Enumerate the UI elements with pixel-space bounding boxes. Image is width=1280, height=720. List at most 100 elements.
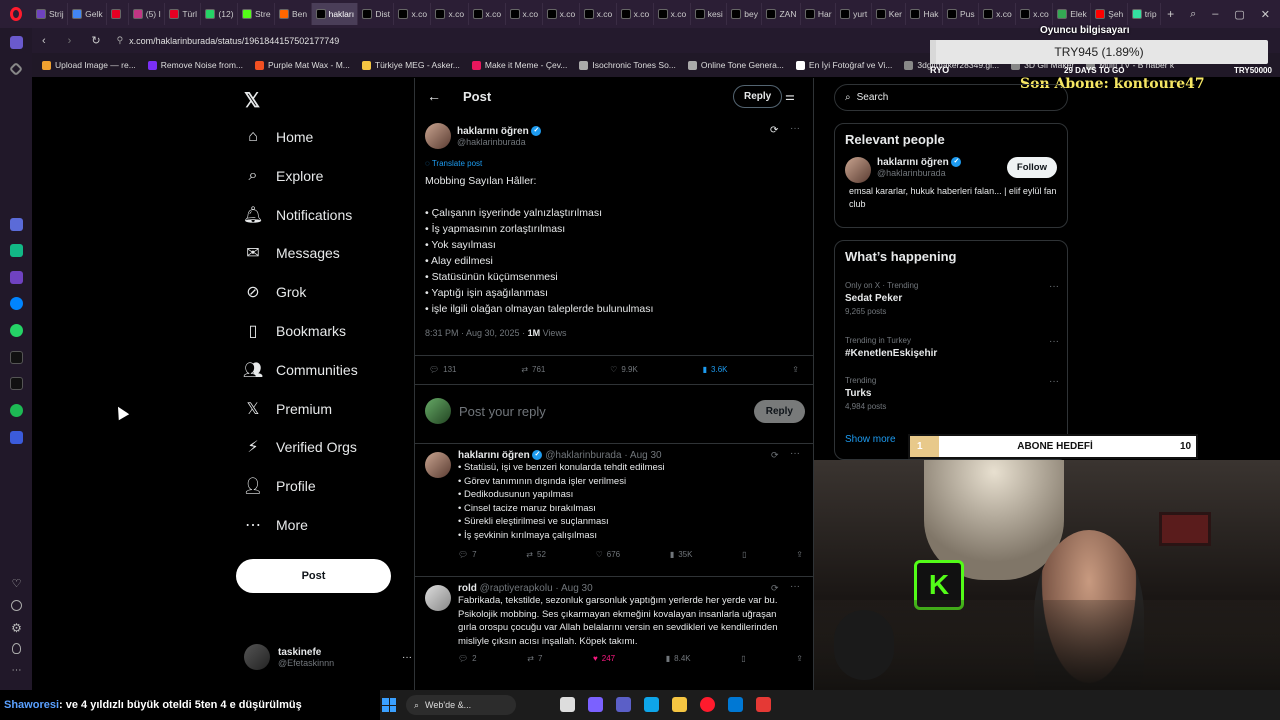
reply-author[interactable]: rold [458,583,477,594]
browser-tab[interactable]: yurt [836,3,872,25]
browser-tab[interactable]: x.co [506,3,543,25]
taskbar-search[interactable]: ⌕ Web'de &... [406,695,516,715]
browser-tab[interactable]: trip [1128,3,1162,25]
share-icon[interactable]: ⇪ [796,654,803,663]
trend-item[interactable]: Only on X · Trending Sedat Peker 9,265 pos… [845,281,1059,316]
nav-item-explore[interactable]: ⌕ Explore [244,167,324,185]
copilot-icon[interactable] [588,697,603,712]
filter-icon[interactable]: ⚌ [785,90,795,103]
browser-tab[interactable]: x.co [580,3,617,25]
browser-tab[interactable]: Pus [943,3,980,25]
browser-tab[interactable]: ZAN [762,3,801,25]
wps-icon[interactable] [756,697,771,712]
grok-icon[interactable]: ⟳ [771,450,779,461]
browser-tab[interactable]: Ben [275,3,312,25]
bookmark-icon[interactable]: ▯ [741,654,745,663]
new-tab-icon[interactable]: + [1161,7,1180,21]
like-action[interactable]: ♥ 247 [593,654,615,663]
avatar[interactable] [845,157,871,183]
minimize-window-icon[interactable]: – [1212,8,1218,21]
follow-button[interactable]: Follow [1006,157,1057,178]
history-icon[interactable] [11,600,22,611]
settings-icon[interactable]: ⚙ [10,622,23,635]
trend-item[interactable]: Trending Turks 4,984 posts ··· [845,376,1059,411]
bookmark-item[interactable]: Make it Meme - Çev... [471,60,567,70]
browser-tab[interactable]: hakları [311,3,359,25]
close-window-icon[interactable]: ✕ [1261,8,1270,21]
account-switcher[interactable]: taskinefe @Efetaskinnn ··· [244,644,412,670]
grok-icon[interactable]: ⟳ [770,125,778,136]
nav-item-premium[interactable]: 𝕏 Premium [244,400,332,418]
site-info-icon[interactable]: ⚲ [117,35,124,46]
browser-tab[interactable]: x.co [654,3,691,25]
avatar[interactable] [425,123,451,149]
reload-icon[interactable]: ↻ [91,34,100,47]
person-handle[interactable]: @haklarinburada [877,168,1001,178]
extension-icon[interactable] [10,271,23,284]
home-speed-dial-icon[interactable] [10,36,23,49]
post-button[interactable]: Post [236,559,391,593]
browser-tab[interactable]: Stre [238,3,276,25]
trend-more-icon[interactable]: ··· [1049,281,1059,292]
browser-tab[interactable]: Elek [1053,3,1092,25]
header-reply-button[interactable]: Reply [733,85,783,108]
url-field[interactable]: x.com/haklarinburada/status/196184415750… [129,36,339,46]
trend-item[interactable]: Trending in Turkey #KenetlenEskişehir ··· [845,336,1059,362]
bookmark-item[interactable]: Remove Noise from... [147,60,243,70]
task-view-icon[interactable] [560,697,575,712]
nav-item-grok[interactable]: ⊘ Grok [244,283,306,301]
browser-tab[interactable]: x.co [469,3,506,25]
browser-tab[interactable]: Har [801,3,837,25]
reply-input[interactable]: Post your reply [459,404,746,419]
browser-tab[interactable]: kesi [691,3,728,25]
trend-more-icon[interactable]: ··· [1049,336,1059,347]
edge-icon[interactable] [644,697,659,712]
aria-icon[interactable] [10,218,23,231]
browser-tab[interactable]: x.co [431,3,469,25]
nav-item-verified-orgs[interactable]: ⚡︎ Verified Orgs [244,438,357,456]
browser-tab[interactable]: Dist [358,3,395,25]
share-icon[interactable]: ⇪ [792,365,799,374]
avatar[interactable] [425,452,451,478]
nav-item-messages[interactable]: ✉ Messages [244,244,340,262]
browser-tab[interactable]: x.co [543,3,580,25]
bookmark-item[interactable]: Türkiye MEG - Asker... [361,60,460,70]
bookmark-item[interactable]: Upload Image — re... [42,60,136,70]
opera-logo-icon[interactable] [0,0,32,28]
views-action[interactable]: ▮ 35K [670,550,693,559]
file-explorer-icon[interactable] [672,697,687,712]
reply-submit-button[interactable]: Reply [753,399,805,423]
spotify-icon[interactable] [10,404,23,417]
outlook-icon[interactable] [728,697,743,712]
x-sidebar-icon[interactable] [10,377,23,390]
bookmark-item[interactable]: Isochronic Tones So... [579,60,676,70]
browser-tab[interactable]: x.co [394,3,432,25]
browser-tab[interactable]: x.co [617,3,654,25]
repost-action[interactable]: ⇄ 7 [527,654,542,663]
browser-tab[interactable]: bey [727,3,763,25]
browser-tab[interactable]: x.co [1016,3,1054,25]
browser-tab[interactable]: (5) I [129,3,166,25]
show-more-link[interactable]: Show more [845,434,896,445]
repost-action[interactable]: ⇄ 52 [526,550,546,559]
account-more-icon[interactable]: ··· [402,652,412,663]
views-action[interactable]: ▮ 8.4K [666,654,691,663]
translate-link[interactable]: ◌ Translate post [425,159,805,168]
reply-more-icon[interactable]: ··· [790,448,800,459]
reply-action[interactable]: 💬︎ 7 [458,550,477,559]
nav-item-notifications[interactable]: 🔔︎ Notifications [243,206,352,224]
bookmark-action[interactable]: ▮ 3.6K [703,365,728,374]
windows-start-icon[interactable] [382,698,396,712]
sidebar-more-icon[interactable]: ⋯ [10,664,23,677]
nav-item-profile[interactable]: 👤︎ Profile [243,477,316,495]
reply-action[interactable]: 💬︎ 131 [429,365,457,374]
reply-handle[interactable]: @raptiyerapkolu · Aug 30 [480,583,593,594]
tiktok-icon[interactable] [10,351,23,364]
chatgpt-icon[interactable] [10,244,23,257]
reply-action[interactable]: 💬︎ 2 [458,654,477,663]
browser-tab[interactable]: Hak [906,3,944,25]
maximize-window-icon[interactable]: ▢ [1234,8,1244,21]
browser-tab[interactable]: Gelk [68,3,107,25]
bookmark-item[interactable]: Online Tone Genera... [687,60,784,70]
nav-item-more[interactable]: ⋯ More [244,516,308,534]
